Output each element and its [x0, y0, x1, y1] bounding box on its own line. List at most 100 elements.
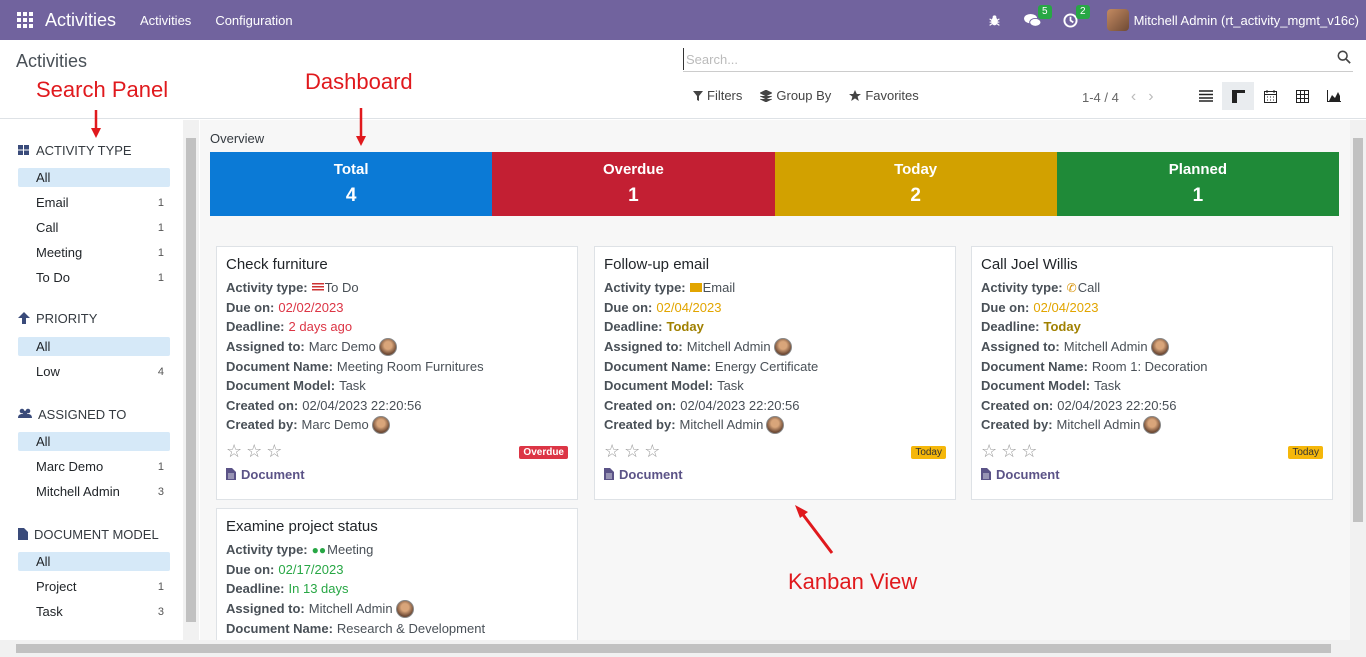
filter-model-project[interactable]: Project 1 — [18, 577, 170, 596]
list-view-button[interactable] — [1190, 82, 1222, 110]
search-icon[interactable] — [1337, 50, 1351, 67]
card-title: Follow-up email — [604, 256, 710, 273]
pivot-view-button[interactable] — [1286, 82, 1318, 110]
user-menu[interactable]: Mitchell Admin (rt_activity_mgmt_v16c) — [1134, 13, 1359, 28]
star-icon — [849, 89, 862, 101]
filter-assigned-all[interactable]: All — [18, 432, 170, 451]
filter-icon — [693, 90, 703, 101]
group-by-button[interactable]: Group By — [760, 88, 831, 103]
breadcrumb: Activities — [16, 51, 88, 71]
dashboard-overdue[interactable]: Overdue 1 — [492, 152, 775, 216]
filter-activity-all[interactable]: All — [18, 168, 170, 187]
kanban-view-button[interactable] — [1222, 82, 1254, 110]
priority-stars[interactable]: ☆ ☆ ☆ Today — [981, 441, 1323, 463]
todo-flag-icon — [311, 283, 324, 293]
field-label: Document Name: — [226, 620, 333, 636]
filter-activity-meeting[interactable]: Meeting 1 — [18, 243, 170, 262]
star-icon[interactable]: ☆ — [246, 441, 262, 462]
graph-view-button[interactable] — [1318, 82, 1350, 110]
apps-menu-icon[interactable] — [17, 12, 33, 28]
calendar-view-button[interactable] — [1254, 82, 1286, 110]
priority-stars[interactable]: ☆ ☆ ☆ Overdue — [226, 441, 568, 463]
filter-activity-call[interactable]: Call 1 — [18, 218, 170, 237]
created-by-value: Mitchell Admin — [679, 417, 764, 433]
menu-configuration[interactable]: Configuration — [215, 13, 292, 28]
dashboard-total[interactable]: Total 4 — [210, 152, 493, 216]
kanban-card[interactable]: Call Joel Willis Activity type: ✆ Call Due… — [971, 246, 1333, 500]
pager-next-icon[interactable]: › — [1148, 88, 1153, 106]
filter-label: To Do — [36, 270, 70, 285]
assigned-value: Mitchell Admin — [1063, 339, 1148, 355]
search-input[interactable] — [683, 48, 1313, 70]
filter-count: 3 — [157, 605, 164, 618]
priority-title: PRIORITY — [36, 310, 98, 326]
favorites-button[interactable]: Favorites — [849, 88, 919, 103]
document-icon — [226, 468, 236, 481]
kanban-card[interactable]: Check furniture Activity type: To Do Due … — [216, 246, 578, 500]
field-label: Deadline: — [604, 319, 663, 335]
dashboard-label: Today — [894, 161, 938, 178]
pager-value[interactable]: 1-4 / 4 — [1082, 90, 1119, 105]
kanban-card[interactable]: Follow-up email Activity type: Email Due … — [594, 246, 956, 500]
document-name-value: Energy Certificate — [714, 358, 819, 374]
arrow-up-icon — [18, 312, 30, 324]
layers-icon — [760, 89, 773, 102]
avatar — [395, 599, 414, 618]
status-badge: Overdue — [519, 445, 568, 459]
field-label: Deadline: — [226, 581, 285, 597]
assigned-value: Mitchell Admin — [686, 339, 771, 355]
document-model-value: Task — [1094, 378, 1121, 394]
star-icon[interactable]: ☆ — [604, 441, 620, 462]
search-panel-scrollbar[interactable] — [183, 120, 199, 640]
filters-button[interactable]: Filters — [693, 88, 742, 103]
filter-model-task[interactable]: Task 3 — [18, 602, 170, 621]
deadline-value: Today — [666, 319, 704, 335]
annotation-kanban: Kanban View — [788, 569, 918, 594]
star-icon[interactable]: ☆ — [624, 441, 640, 462]
document-icon — [604, 468, 614, 481]
envelope-icon — [689, 283, 702, 293]
filter-activity-email[interactable]: Email 1 — [18, 193, 170, 212]
pager-prev-icon[interactable]: ‹ — [1131, 88, 1136, 106]
star-icon[interactable]: ☆ — [266, 441, 282, 462]
filter-activity-todo[interactable]: To Do 1 — [18, 268, 170, 287]
field-label: Document Name: — [604, 358, 711, 374]
filter-priority-all[interactable]: All — [18, 337, 170, 356]
dashboard-today[interactable]: Today 2 — [774, 152, 1057, 216]
star-icon[interactable]: ☆ — [981, 441, 997, 462]
filter-assigned-mitchell[interactable]: Mitchell Admin 3 — [18, 482, 170, 501]
field-label: Created by: — [604, 417, 676, 433]
document-link[interactable]: Document — [604, 467, 946, 482]
activity-clock-icon[interactable]: 2 — [1061, 5, 1090, 30]
filter-model-all[interactable]: All — [18, 552, 170, 571]
main-scrollbar[interactable] — [1350, 120, 1366, 640]
filter-assigned-marc[interactable]: Marc Demo 1 — [18, 457, 170, 476]
star-icon[interactable]: ☆ — [1001, 441, 1017, 462]
search-panel: ACTIVITY TYPE All Email 1 Call 1 Meeting 1 … — [0, 120, 183, 640]
debug-bug-icon[interactable] — [985, 10, 1005, 30]
document-name-value: Research & Development — [336, 620, 486, 636]
field-label: Deadline: — [226, 319, 285, 335]
chat-icon[interactable]: 5 — [1023, 5, 1052, 30]
menu-activities[interactable]: Activities — [140, 13, 191, 28]
filter-priority-low[interactable]: Low 4 — [18, 362, 170, 381]
star-icon[interactable]: ☆ — [1021, 441, 1037, 462]
card-title: Check furniture — [226, 256, 328, 273]
document-link[interactable]: Document — [226, 467, 568, 482]
dashboard-value: 1 — [1192, 185, 1204, 206]
user-avatar[interactable] — [1106, 9, 1129, 31]
document-model-value: Task — [339, 378, 366, 394]
horizontal-scrollbar[interactable] — [0, 640, 1366, 657]
star-icon[interactable]: ☆ — [644, 441, 660, 462]
dashboard-label: Total — [333, 161, 369, 178]
dashboard-planned[interactable]: Planned 1 — [1056, 152, 1339, 216]
filter-label: All — [36, 434, 51, 449]
star-icon[interactable]: ☆ — [226, 441, 242, 462]
kanban-card[interactable]: Examine project status Activity type: ●● M… — [216, 508, 578, 640]
avatar — [773, 337, 792, 356]
kanban-main: Overview Total 4 Overdue 1 Today 2 Planned 1… — [200, 120, 1350, 640]
document-icon — [981, 468, 991, 481]
app-brand[interactable]: Activities — [45, 10, 116, 31]
document-link[interactable]: Document — [981, 467, 1323, 482]
priority-stars[interactable]: ☆ ☆ ☆ Today — [604, 441, 946, 463]
